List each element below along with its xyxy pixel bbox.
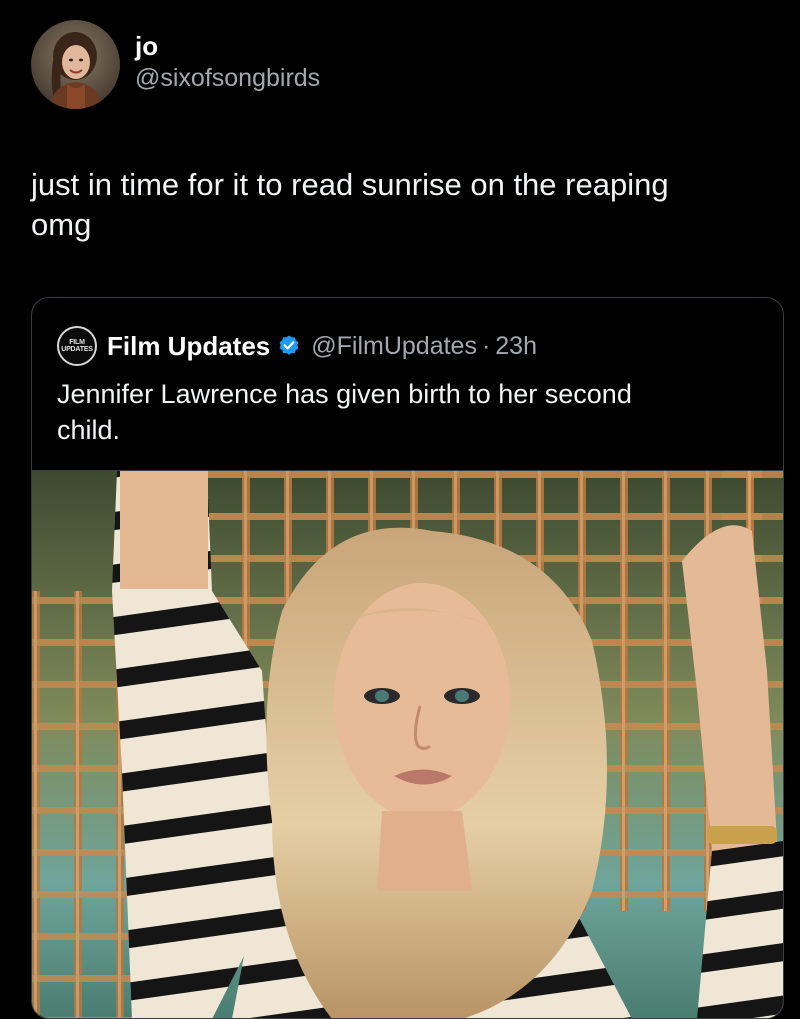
quoted-author-handle[interactable]: @FilmUpdates [311, 332, 477, 361]
quoted-tweet-photo[interactable] [32, 470, 783, 1018]
tweet-text: just in time for it to read sunrise on t… [31, 165, 771, 245]
quoted-tweet-card[interactable]: FILM UPDATES Film Updates @FilmUpdates · … [31, 297, 784, 1019]
quoted-tweet-text-line-2: child. [57, 415, 121, 445]
separator-dot: · [481, 331, 491, 360]
tweet-text-line-1: just in time for it to read sunrise on t… [31, 167, 669, 202]
tweet-text-line-2: omg [31, 207, 92, 242]
user-avatar-icon [31, 20, 120, 109]
quoted-tweet-text: Jennifer Lawrence has given birth to her… [57, 376, 757, 448]
quoted-avatar-logo-line-2: UPDATES [61, 346, 93, 353]
author-display-name[interactable]: jo [135, 30, 320, 62]
photo-icon [32, 471, 783, 1018]
tweet-author: jo @sixofsongbirds [31, 20, 320, 109]
verified-badge-icon [277, 334, 301, 358]
quoted-tweet-text-line-1: Jennifer Lawrence has given birth to her… [57, 379, 632, 409]
author-avatar[interactable] [31, 20, 120, 109]
author-handle[interactable]: @sixofsongbirds [135, 62, 320, 94]
quoted-author-avatar[interactable]: FILM UPDATES [57, 326, 97, 366]
quoted-tweet-header: FILM UPDATES Film Updates @FilmUpdates · … [57, 326, 537, 366]
quoted-author-display-name[interactable]: Film Updates [107, 331, 270, 362]
quoted-avatar-logo-text: FILM UPDATES [61, 339, 93, 353]
quoted-avatar-logo-line-1: FILM [69, 339, 85, 346]
quoted-tweet-timestamp[interactable]: 23h [495, 332, 537, 361]
